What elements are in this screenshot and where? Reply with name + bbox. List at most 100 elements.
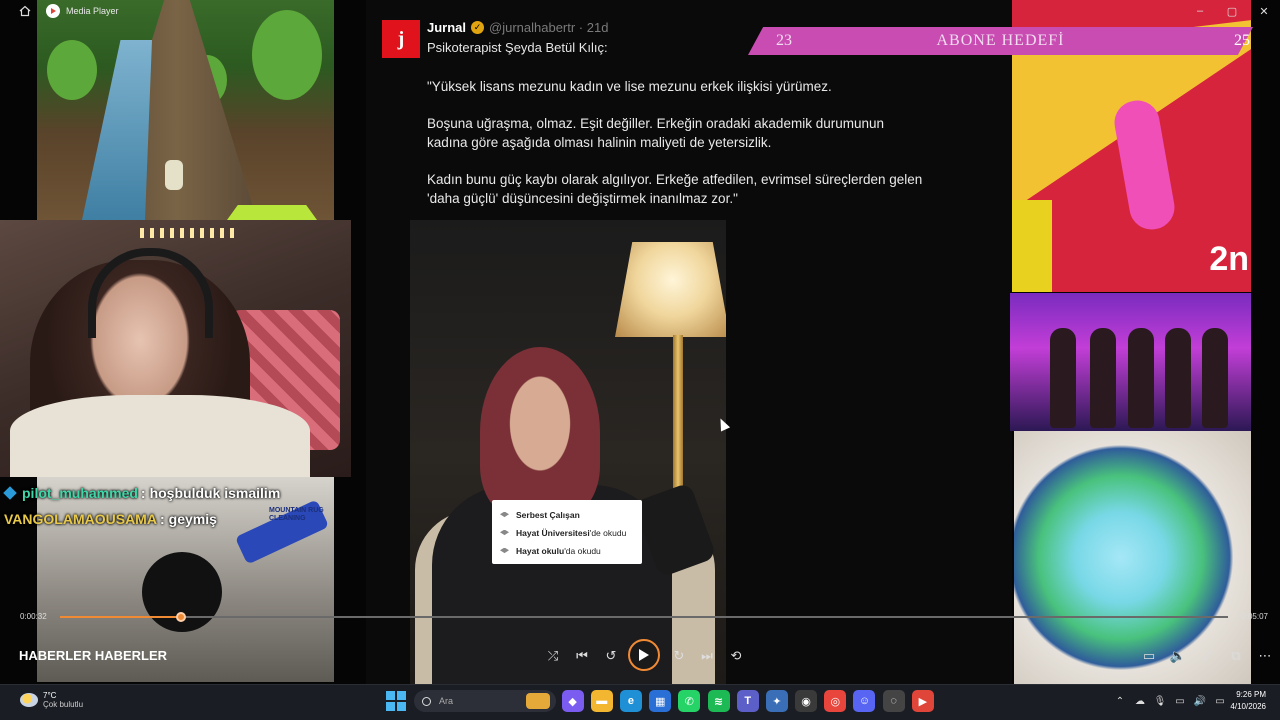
maximize-button[interactable]: ▢ xyxy=(1216,0,1248,22)
chat-username: pilot_muhammed xyxy=(22,485,138,501)
tweet-author-name: Jurnal xyxy=(427,20,467,35)
start-button-icon[interactable] xyxy=(386,691,406,711)
display-icon[interactable]: ▭ xyxy=(1174,695,1186,707)
goal-label: ABONE HEDEFİ xyxy=(936,32,1065,49)
seek-track[interactable] xyxy=(60,612,1228,622)
tweet-handle: @jurnalhabertr · 21d xyxy=(489,20,609,35)
more-options-icon[interactable]: ⋯ xyxy=(1253,644,1277,668)
window-title: Media Player xyxy=(66,6,119,16)
ramp-graphic xyxy=(1012,200,1052,292)
seek-progress xyxy=(60,616,182,618)
media-player-app-icon xyxy=(46,4,60,18)
clock-date: 4/10/2026 xyxy=(1230,702,1266,711)
chat-text: geymiş xyxy=(168,511,217,527)
duration: 0:05:07 xyxy=(1241,612,1268,621)
teams-icon[interactable]: T xyxy=(736,690,759,712)
shuffle-icon[interactable]: ⤮ xyxy=(541,644,565,668)
microphone-icon[interactable]: 🎙 xyxy=(1154,695,1167,707)
file-explorer-icon[interactable]: ▬ xyxy=(590,690,613,712)
taskbar-search[interactable]: Ara xyxy=(414,690,556,712)
fullscreen-icon[interactable]: ⤢ xyxy=(1195,644,1219,668)
dance-video xyxy=(1010,293,1251,431)
repeat-off-icon[interactable]: ⟲ xyxy=(724,644,748,668)
chrome-icon[interactable]: ◎ xyxy=(824,690,847,712)
info-row-bold: Hayat Üniversitesi xyxy=(516,528,590,538)
volume-tray-icon[interactable]: 🔊 xyxy=(1194,695,1206,707)
title-bar: Media Player – ▢ ✕ xyxy=(0,0,1280,22)
runner-game-video xyxy=(37,0,334,220)
app-gear-icon[interactable]: ✦ xyxy=(765,690,788,712)
show-hidden-icons-icon[interactable]: ⌃ xyxy=(1114,695,1126,707)
taskbar-clock[interactable]: 9:26 PM 4/10/2026 xyxy=(1230,689,1266,713)
chat-username: VANGOLAMAOUSAMA xyxy=(4,511,157,527)
car-overlay-text: 2n xyxy=(1209,240,1249,278)
current-time: 0:00:32 xyxy=(20,612,47,621)
dancer-figure xyxy=(1128,328,1154,428)
clock-time: 9:26 PM xyxy=(1236,690,1266,699)
previous-icon[interactable]: ⏮ xyxy=(570,644,594,668)
weather-desc: Çok bulutlu xyxy=(43,700,84,709)
info-row-bold: Serbest Çalışan xyxy=(516,510,580,520)
next-icon[interactable]: ⏭ xyxy=(695,644,719,668)
runner-character xyxy=(165,160,183,190)
dancer-figure xyxy=(1090,328,1116,428)
taskbar-apps: Ara ◆ ▬ e ▦ ✆ ≋ T ✦ ◉ ◎ ☺ ◌ ▶ xyxy=(386,690,937,712)
screen: Media Player – ▢ ✕ MOUNTAIN RUG CLEANING xyxy=(0,0,1280,720)
weather-temp: 7°C xyxy=(43,691,57,700)
media-player-icon[interactable]: ▶ xyxy=(911,690,934,712)
info-row: Serbest Çalışan xyxy=(500,506,634,524)
tweet-paragraph: "Yüksek lisans mezunu kadın ve lise mezu… xyxy=(427,79,832,94)
graduation-cap-icon xyxy=(500,547,509,554)
dancer-figure xyxy=(1050,328,1076,428)
battery-icon[interactable]: ▭ xyxy=(1214,695,1226,707)
copilot-icon[interactable]: ◆ xyxy=(561,690,584,712)
whatsapp-icon[interactable]: ✆ xyxy=(678,690,701,712)
search-placeholder: Ara xyxy=(439,696,454,706)
weather-cloud-icon xyxy=(20,693,38,707)
weather-widget[interactable]: 7°C Çok bulutlu xyxy=(20,691,83,709)
chat-text: hoşbulduk ismailim xyxy=(149,485,281,501)
search-icon xyxy=(422,696,431,706)
windows-taskbar: 7°C Çok bulutlu Ara ◆ ▬ e ▦ ✆ ≋ T ✦ ◉ ◎ ☺ ◌ ▶ ⌃ ☁ 🎙 ▭ 🔊 ▭… xyxy=(0,684,1280,720)
tweet-paragraph: Kadın bunu güç kaybı olarak algılıyor. E… xyxy=(427,172,923,206)
goal-target: 25 xyxy=(1234,32,1250,49)
tweet-paragraph: Boşuna uğraşma, olmaz. Eşit değiller. Er… xyxy=(427,116,884,150)
onedrive-icon[interactable]: ☁ xyxy=(1134,695,1146,707)
streamer-webcam xyxy=(0,220,351,477)
chat-separator: : xyxy=(140,485,146,501)
minimize-button[interactable]: – xyxy=(1184,0,1216,22)
obs-icon[interactable]: ◉ xyxy=(795,690,818,712)
barrier-graphic xyxy=(227,205,317,220)
play-button[interactable] xyxy=(628,639,660,671)
pink-car-graphic xyxy=(1111,97,1178,233)
string-lights xyxy=(140,228,240,238)
speaker-head xyxy=(480,347,600,517)
rewind-10-icon[interactable]: ↺ xyxy=(599,644,623,668)
info-row-rest: 'de okudu xyxy=(589,528,627,538)
tweet-avatar: j xyxy=(382,20,420,58)
seek-thumb[interactable] xyxy=(176,612,187,622)
player-controls: HABERLER HABERLER ⤮ ⏮ ↺ ↻ ⏭ ⟲ ▭ 🔈 ⤢ ⧉ ⋯ xyxy=(0,630,1280,682)
microsoft-store-icon[interactable]: ▦ xyxy=(649,690,672,712)
edge-icon[interactable]: e xyxy=(619,690,642,712)
profile-info-popup: Serbest Çalışan Hayat Üniversitesi 'de o… xyxy=(492,500,642,564)
info-row: Hayat Üniversitesi 'de okudu xyxy=(500,524,634,542)
lamp-graphic xyxy=(615,242,726,337)
close-button[interactable]: ✕ xyxy=(1248,0,1280,22)
seek-bar[interactable]: 0:00:32 0:05:07 xyxy=(0,607,1280,627)
search-highlight-icon xyxy=(526,693,550,709)
sweater-graphic xyxy=(10,395,310,477)
captions-icon[interactable]: ▭ xyxy=(1137,644,1161,668)
recorder-icon[interactable]: ◌ xyxy=(882,690,905,712)
home-icon[interactable] xyxy=(14,0,36,22)
spotify-icon[interactable]: ≋ xyxy=(707,690,730,712)
verified-badge-icon: ✓ xyxy=(471,21,485,34)
system-tray: ⌃ ☁ 🎙 ▭ 🔊 ▭ xyxy=(1110,695,1230,707)
discord-icon[interactable]: ☺ xyxy=(853,690,876,712)
mini-player-icon[interactable]: ⧉ xyxy=(1224,644,1248,668)
chat-overlay: pilot_muhammed : hoşbulduk ismailim VANG… xyxy=(3,480,281,532)
tweet-author: Jurnal ✓ @jurnalhabertr · 21d xyxy=(427,20,608,35)
volume-icon[interactable]: 🔈 xyxy=(1166,644,1190,668)
chat-message: pilot_muhammed : hoşbulduk ismailim xyxy=(3,480,281,506)
forward-30-icon[interactable]: ↻ xyxy=(667,644,691,668)
